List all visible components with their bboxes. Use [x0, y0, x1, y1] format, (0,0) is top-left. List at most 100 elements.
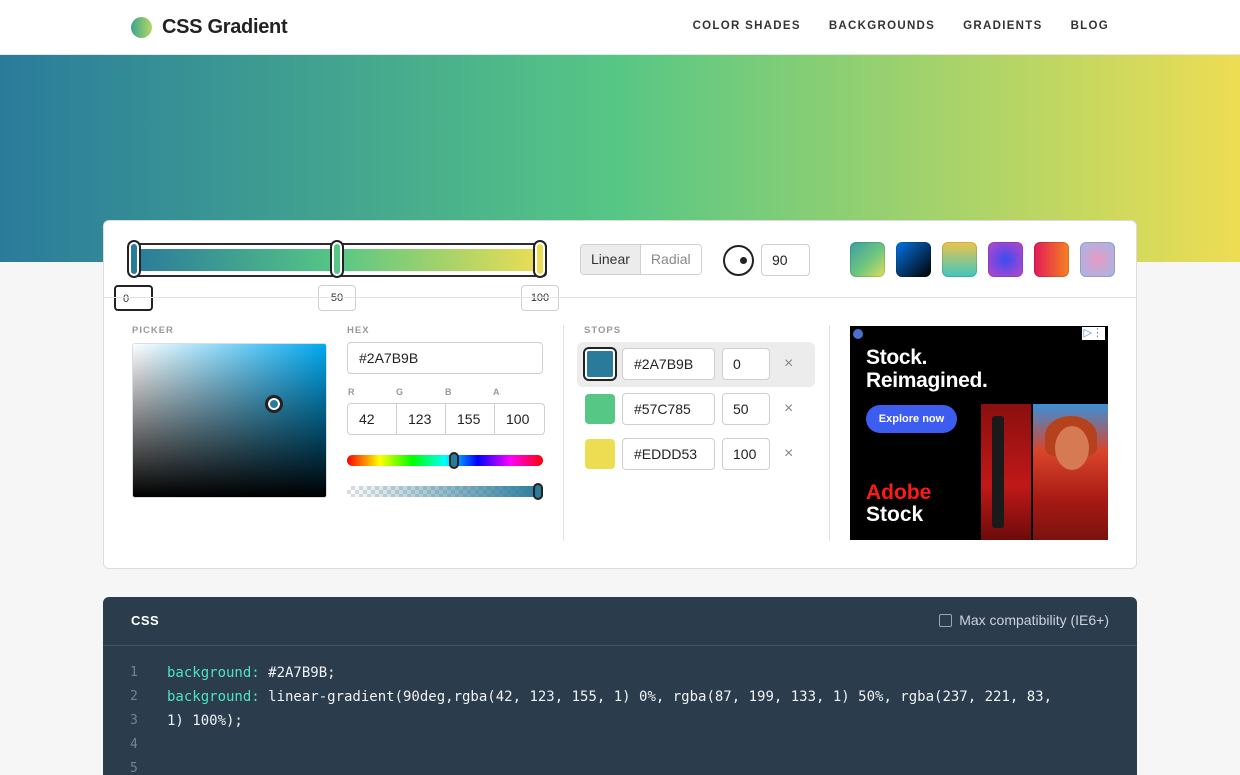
hue-slider-knob[interactable] [449, 452, 459, 469]
line-number: 5 [130, 761, 138, 775]
alpha-slider-fill [347, 486, 543, 497]
max-compat-label: Max compatibility (IE6+) [959, 612, 1109, 628]
css-value: #2A7B9B; [259, 665, 336, 681]
hue-slider[interactable] [347, 455, 543, 466]
a-label: A [493, 387, 500, 397]
preset-swatch-5[interactable] [1034, 242, 1069, 277]
color-picker-area[interactable] [132, 343, 327, 498]
logo-icon [131, 17, 152, 38]
gradient-editor-card: 0 50 100 Linear Radial 90 PICKER HEX #2A… [103, 220, 1137, 569]
stop-handle-color [131, 244, 137, 274]
stop-handle-3[interactable] [533, 240, 547, 278]
nav-backgrounds[interactable]: BACKGROUNDS [829, 20, 935, 32]
stop-color-swatch[interactable] [585, 394, 615, 424]
g-input[interactable]: 123 [397, 404, 446, 434]
preset-swatch-1[interactable] [850, 242, 885, 277]
ad-image-panel [981, 404, 1031, 540]
g-label: G [396, 387, 404, 397]
css-property: background: [167, 665, 260, 681]
angle-dial[interactable] [723, 245, 754, 276]
line-number: 2 [130, 689, 138, 704]
stop-hex-input[interactable]: #EDDD53 [622, 438, 715, 470]
css-title: CSS [131, 613, 160, 628]
line-number: 4 [130, 737, 138, 752]
top-navbar: CSS Gradient COLOR SHADES BACKGROUNDS GR… [0, 0, 1240, 55]
angle-dial-knob-icon [740, 257, 747, 264]
ad-headline-line-1: Stock. [866, 346, 928, 369]
stop-color-swatch[interactable] [585, 349, 615, 379]
r-label: R [348, 387, 355, 397]
hex-label: HEX [347, 325, 370, 336]
angle-input[interactable]: 90 [761, 244, 810, 276]
b-input[interactable]: 155 [446, 404, 495, 434]
stop-position-label-3[interactable]: 100 [521, 285, 559, 311]
remove-stop-icon[interactable]: × [784, 443, 793, 465]
stop-handle-color [537, 244, 543, 274]
stop-handle-2[interactable] [330, 240, 344, 278]
stop-row-2[interactable]: #57C785 50 × [577, 387, 815, 432]
nav-blog[interactable]: BLOG [1071, 20, 1109, 32]
ad-headline: Stock. Reimagined. [866, 346, 988, 392]
hex-input[interactable]: #2A7B9B [347, 342, 543, 374]
max-compat-option[interactable]: Max compatibility (IE6+) [939, 612, 1109, 628]
divider [103, 645, 1137, 646]
ad-toolbar-graphic [992, 416, 1004, 528]
stop-position-label-1[interactable]: 0 [114, 285, 153, 311]
picker-cursor[interactable] [265, 395, 283, 413]
stop-hex-input[interactable]: #2A7B9B [622, 348, 715, 380]
nav-color-shades[interactable]: COLOR SHADES [693, 20, 801, 32]
ad-choices-icon[interactable]: ▷⋮ [1081, 327, 1105, 340]
stop-hex-input[interactable]: #57C785 [622, 393, 715, 425]
preset-swatch-2[interactable] [896, 242, 931, 277]
preset-swatch-3[interactable] [942, 242, 977, 277]
logo[interactable]: CSS Gradient [131, 16, 288, 39]
column-divider [829, 325, 830, 541]
preset-swatch-6[interactable] [1080, 242, 1115, 277]
column-divider [563, 325, 564, 541]
max-compat-checkbox[interactable] [939, 613, 953, 627]
stop-handle-1[interactable] [127, 240, 141, 278]
b-label: B [445, 387, 452, 397]
ad-headline-line-2: Reimagined. [866, 369, 988, 392]
rgba-inputs: 42 123 155 100 [347, 403, 545, 435]
code-line-3: 1) 100%); [167, 713, 243, 729]
line-number: 3 [130, 713, 138, 728]
css-output-panel: CSS Max compatibility (IE6+) 1 2 3 4 5 b… [103, 597, 1137, 775]
picker-value-layer [133, 344, 326, 497]
main-nav: COLOR SHADES BACKGROUNDS GRADIENTS BLOG [693, 20, 1109, 32]
stop-position-input[interactable]: 0 [722, 348, 770, 380]
picker-label: PICKER [132, 325, 174, 336]
type-radial-button[interactable]: Radial [640, 245, 701, 274]
stop-handle-color [334, 244, 340, 274]
ad-brand-stock: Stock [866, 503, 924, 526]
stop-position-label-2[interactable]: 50 [318, 285, 356, 311]
code-line-1: background: #2A7B9B; [167, 661, 336, 685]
css-value: linear-gradient(90deg,rgba(42, 123, 155,… [259, 689, 1053, 705]
divider [104, 297, 1136, 298]
remove-stop-icon[interactable]: × [784, 353, 793, 375]
ad-photo-face [1055, 426, 1089, 470]
a-input[interactable]: 100 [495, 404, 544, 434]
code-line-2: background: linear-gradient(90deg,rgba(4… [167, 685, 1052, 709]
css-property: background: [167, 689, 260, 705]
ad-badge-icon [853, 329, 863, 339]
stop-row-3[interactable]: #EDDD53 100 × [577, 432, 815, 477]
type-linear-button[interactable]: Linear [581, 245, 641, 274]
line-number: 1 [130, 665, 138, 680]
gradient-type-toggle: Linear Radial [580, 244, 702, 275]
stop-color-swatch[interactable] [585, 439, 615, 469]
ad-explore-button[interactable]: Explore now [866, 405, 957, 433]
logo-text: CSS Gradient [162, 16, 288, 38]
alpha-slider[interactable] [347, 486, 543, 497]
nav-gradients[interactable]: GRADIENTS [963, 20, 1042, 32]
alpha-slider-knob[interactable] [533, 483, 543, 500]
ad-brand-adobe: Adobe [866, 481, 932, 504]
stop-row-1[interactable]: #2A7B9B 0 × [577, 342, 815, 387]
stop-position-input[interactable]: 50 [722, 393, 770, 425]
advertisement[interactable]: ▷⋮ Stock. Reimagined. Explore now Adobe … [850, 326, 1108, 540]
r-input[interactable]: 42 [348, 404, 397, 434]
stop-position-input[interactable]: 100 [722, 438, 770, 470]
preset-swatch-4[interactable] [988, 242, 1023, 277]
remove-stop-icon[interactable]: × [784, 398, 793, 420]
stops-label: STOPS [584, 325, 622, 336]
